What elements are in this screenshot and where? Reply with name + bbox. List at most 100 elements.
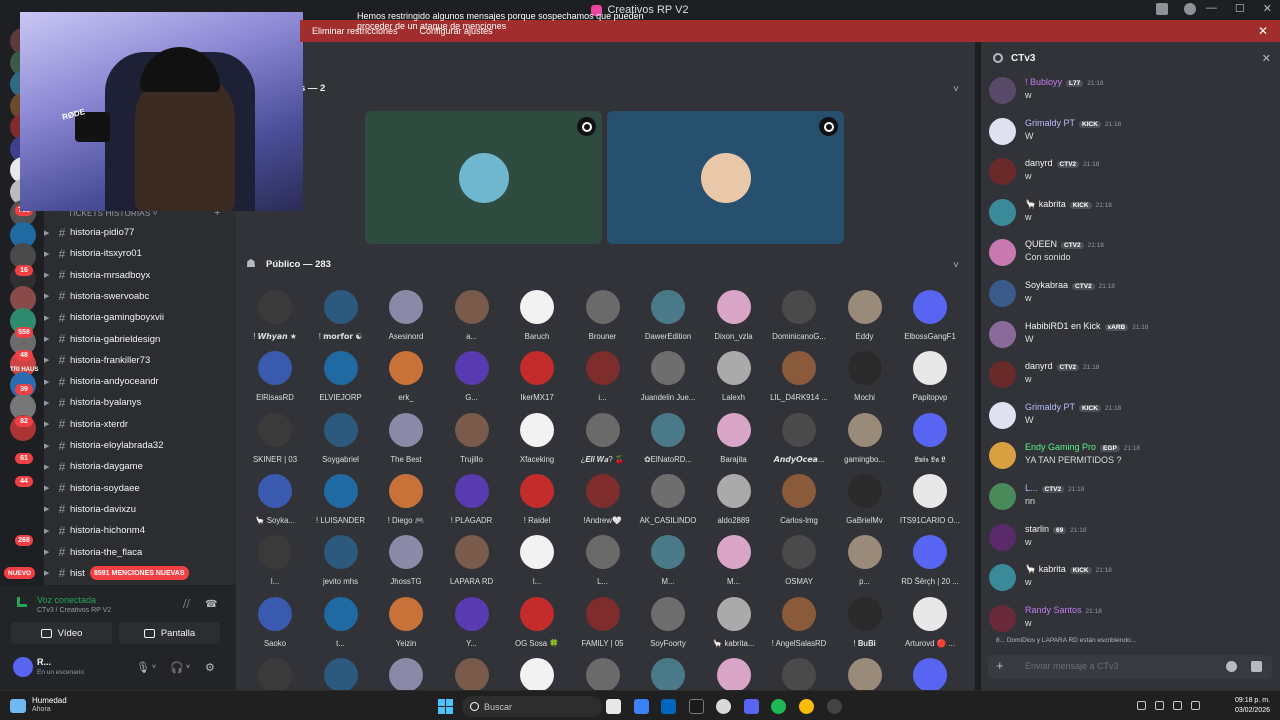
- avatar[interactable]: [989, 77, 1016, 104]
- audience-member[interactable]: ✿ElNatoRD...: [635, 412, 701, 475]
- audience-member[interactable]: ! 𝗺𝗼𝗿𝗳𝗼𝗿 ☯: [308, 290, 374, 352]
- avatar[interactable]: [13, 657, 33, 677]
- audience-member[interactable]: ! 𝐁𝐮𝐁𝐢: [832, 596, 898, 659]
- message-author[interactable]: starlin 69 21:18: [1025, 524, 1087, 534]
- audience-member[interactable]: Papitopvp: [897, 351, 963, 413]
- message-author[interactable]: ! Bubloyy L77 21:18: [1025, 77, 1104, 87]
- chat-message[interactable]: 🦙 kabrita KICK 21:18 w: [980, 198, 1280, 239]
- audience-member[interactable]: 𝘼𝙣𝙙𝙮𝙊𝙘𝙚𝙖...: [766, 412, 832, 475]
- channel-item[interactable]: ▶ # historia-gamingboyxvii: [44, 307, 236, 328]
- audience-member[interactable]: ¿𝑬𝒍𝒊 𝑾𝒂? 🍒: [570, 412, 636, 475]
- message-author[interactable]: danyrd CTV2 21:18: [1025, 158, 1099, 169]
- chat-message[interactable]: HabibiRD1 en Kick xARB 21:18 W: [980, 320, 1280, 361]
- disconnect-icon[interactable]: ☎: [205, 599, 217, 611]
- banner-close-icon[interactable]: ✕: [1258, 24, 1268, 38]
- audience-member[interactable]: DominicanoG...: [766, 290, 832, 352]
- discord-icon[interactable]: [744, 699, 759, 714]
- chat-message[interactable]: L... CTV2 21:18 nn: [980, 483, 1280, 523]
- audience-member[interactable]: Trujillo: [439, 412, 505, 475]
- voice-location[interactable]: CTv3 / Creativos RP V2: [37, 607, 111, 614]
- channel-item[interactable]: ▶ # historia-soydaee: [44, 478, 236, 499]
- message-author[interactable]: QUEEN CTV2 21:18: [1025, 239, 1104, 250]
- audience-member[interactable]: OG Sosa 🍀: [504, 596, 570, 659]
- channel-item[interactable]: ▶ # historia-davixzu: [44, 499, 236, 520]
- audience-member[interactable]: Eddy: [832, 290, 898, 352]
- avatar[interactable]: [989, 483, 1016, 510]
- avatar[interactable]: [989, 198, 1016, 226]
- audience-member[interactable]: SKINER | 03: [242, 412, 308, 475]
- terminal-icon[interactable]: [689, 699, 704, 714]
- chat-message[interactable]: Endy Gaming Pro EGP 21:18 YA TAN PERMITIDOS…: [980, 442, 1280, 482]
- inbox-icon[interactable]: [1156, 3, 1168, 15]
- channel-item[interactable]: ▶ # historia-gabrieldesign: [44, 329, 236, 350]
- audience-member[interactable]: p...: [832, 535, 898, 597]
- audience-member[interactable]: Xfaceking: [504, 412, 570, 475]
- audience-member[interactable]: Soygabriel: [308, 412, 374, 475]
- audience-member[interactable]: ITS91CARIO O...: [897, 473, 963, 536]
- audience-member[interactable]: DawerEdition: [635, 290, 701, 352]
- chevron-down-icon[interactable]: ˅: [186, 664, 190, 671]
- avatar[interactable]: [989, 604, 1016, 632]
- audience-member[interactable]: Lalexh: [701, 351, 767, 413]
- audience-member[interactable]: IkerMX17: [504, 351, 570, 413]
- maximize-button[interactable]: ☐: [1235, 2, 1245, 15]
- channel-item[interactable]: ▶ # historia-daygame: [44, 456, 236, 477]
- volume-icon[interactable]: [1173, 701, 1182, 710]
- chat-message[interactable]: ! Bubloyy L77 21:18 w: [980, 77, 1280, 117]
- audience-member[interactable]: 🦙 Soyka...: [242, 473, 308, 536]
- chevron-down-icon[interactable]: ˅: [152, 664, 156, 671]
- audience-member[interactable]: ! Raidel: [504, 473, 570, 536]
- audience-member[interactable]: M...: [635, 535, 701, 597]
- avatar[interactable]: [989, 523, 1016, 551]
- audience-member[interactable]: !Andrew🤍: [570, 473, 636, 536]
- audience-member[interactable]: LAPARA RD: [439, 535, 505, 597]
- audience-member[interactable]: Asesinord: [373, 290, 439, 352]
- app-icon[interactable]: [827, 699, 842, 714]
- spotify-icon[interactable]: [771, 699, 786, 714]
- chat-message[interactable]: danyrd CTV2 21:18 w: [980, 361, 1280, 401]
- store-icon[interactable]: [661, 699, 676, 714]
- avatar[interactable]: [989, 442, 1016, 470]
- speaker-tile[interactable]: [607, 111, 844, 244]
- message-author[interactable]: HabibiRD1 en Kick xARB 21:18: [1025, 321, 1149, 331]
- channel-item[interactable]: ▶ # historia-itsxyro01: [44, 243, 236, 264]
- audience-member[interactable]: ! 𝙒𝙝𝙮𝙖𝙣 ★: [242, 290, 308, 352]
- close-window-button[interactable]: ✕: [1263, 2, 1272, 15]
- emoji-icon[interactable]: [1226, 661, 1237, 672]
- audience-member[interactable]: Barajita: [701, 412, 767, 475]
- help-icon[interactable]: [1184, 3, 1196, 15]
- message-author[interactable]: Randy Santos 21:18: [1025, 605, 1102, 615]
- channel-item[interactable]: ▶ # historia-hichonm4: [44, 520, 236, 541]
- audience-member[interactable]: ! LUISANDER: [308, 473, 374, 536]
- chevron-down-icon[interactable]: ˅: [953, 260, 959, 271]
- battery-icon[interactable]: [1191, 701, 1200, 710]
- taskbar-search[interactable]: Buscar: [462, 696, 602, 717]
- audience-member[interactable]: a...: [439, 290, 505, 352]
- chat-message[interactable]: Grimaldy PT KICK 21:18 W: [980, 117, 1280, 158]
- message-author[interactable]: Endy Gaming Pro EGP 21:18: [1025, 442, 1140, 453]
- apps-icon[interactable]: [1251, 661, 1262, 672]
- headphones-icon[interactable]: 🎧: [170, 661, 184, 674]
- channel-item[interactable]: ▶ # historia-swervoabc: [44, 286, 236, 307]
- mentions-pill[interactable]: 8591 MENCIONES NUEVAS: [90, 566, 189, 580]
- new-badge[interactable]: NUEVO: [4, 567, 36, 579]
- chevron-down-icon[interactable]: ˅: [953, 84, 959, 95]
- audience-member[interactable]: Baruch: [504, 290, 570, 352]
- message-input[interactable]: + Enviar mensaje a CTv3: [988, 655, 1272, 679]
- chat-message[interactable]: Soykabraa CTV2 21:18 w: [980, 280, 1280, 320]
- audience-member[interactable]: i...: [570, 351, 636, 413]
- clock[interactable]: 09:18 p. m. 03/02/2026: [1235, 696, 1270, 716]
- tray-icon[interactable]: [1137, 701, 1146, 710]
- avatar[interactable]: [989, 564, 1016, 592]
- audience-member[interactable]: The Best: [373, 412, 439, 475]
- audience-member[interactable]: ElRisasRD: [242, 351, 308, 413]
- app-icon[interactable]: [716, 699, 731, 714]
- audience-member[interactable]: Y...: [439, 596, 505, 659]
- chat-message[interactable]: QUEEN CTV2 21:18 Con sonido: [980, 239, 1280, 279]
- audience-member[interactable]: GaBrielMv: [832, 473, 898, 536]
- channel-item[interactable]: ▶ # historia-byalanys: [44, 392, 236, 413]
- minimize-button[interactable]: —: [1206, 2, 1217, 15]
- audience-member[interactable]: G...: [439, 351, 505, 413]
- audience-member[interactable]: Brouner: [570, 290, 636, 352]
- microphone-icon[interactable]: 🎙: [136, 661, 150, 674]
